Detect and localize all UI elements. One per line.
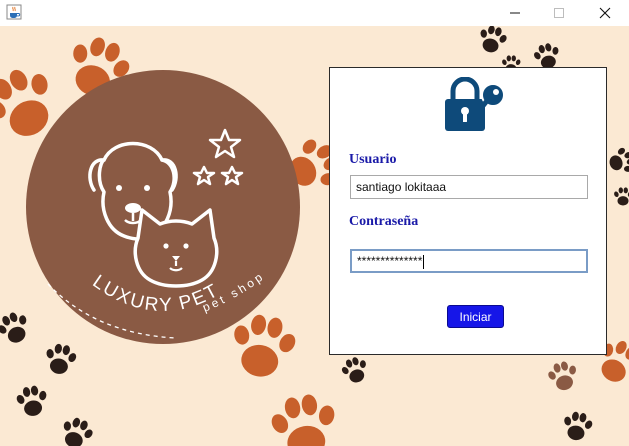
star-icon: [192, 128, 244, 186]
minimize-icon: [510, 12, 520, 14]
lock-and-key-icon: [445, 77, 505, 131]
paw-print-icon: [14, 384, 50, 420]
paw-print-icon: [58, 416, 94, 446]
window-title-bar: [0, 0, 629, 26]
text-caret: [423, 254, 425, 269]
maximize-icon: [554, 8, 564, 18]
paw-print-icon: [612, 186, 629, 208]
paw-print-icon: [476, 26, 508, 56]
password-input[interactable]: **************: [350, 249, 588, 273]
login-button[interactable]: Iniciar: [447, 305, 504, 328]
close-icon: [599, 7, 611, 19]
password-label: Contraseña: [349, 214, 419, 229]
close-button[interactable]: [582, 0, 628, 26]
paw-print-icon: [42, 342, 78, 378]
maximize-button[interactable]: [536, 0, 582, 26]
paw-print-icon: [266, 391, 342, 446]
paw-print-icon: [546, 360, 580, 394]
background-panel: LUXURY PET pet shop Usuario santiago lok…: [0, 26, 629, 446]
paw-print-icon: [560, 410, 594, 444]
java-cup-icon: [6, 4, 22, 20]
paw-print-icon: [606, 146, 629, 176]
login-panel: Usuario santiago lokitaaa Contraseña ***…: [329, 67, 607, 355]
cat-icon: [133, 208, 219, 288]
paw-print-icon: [340, 356, 370, 386]
minimize-button[interactable]: [492, 0, 538, 26]
username-label: Usuario: [349, 152, 397, 167]
username-value: santiago lokitaaa: [356, 180, 447, 194]
password-value: **************: [357, 254, 423, 268]
pet-logo-graphic: LUXURY PET pet shop: [47, 128, 264, 339]
username-input[interactable]: santiago lokitaaa: [350, 175, 588, 199]
